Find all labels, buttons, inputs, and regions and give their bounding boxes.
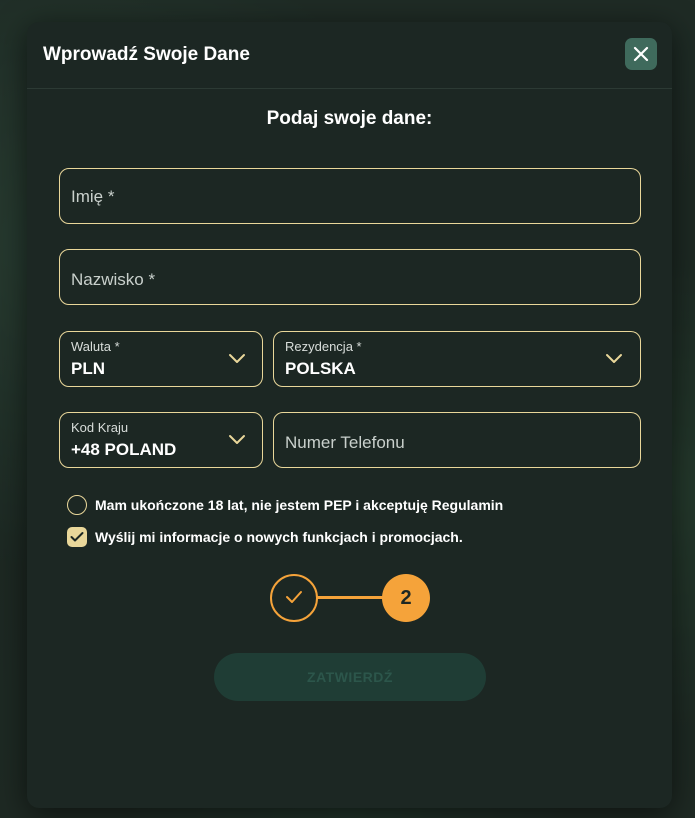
step-1-completed — [270, 574, 318, 622]
chevron-down-icon — [606, 354, 622, 363]
residency-label: Rezydencja * — [285, 339, 362, 354]
step-2-current: 2 — [382, 574, 430, 622]
first-name-field[interactable]: Imię * — [59, 168, 641, 224]
close-button[interactable] — [625, 38, 657, 70]
submit-button[interactable]: ZATWIERDŹ — [214, 653, 486, 701]
chevron-down-icon — [229, 435, 245, 444]
step-connector — [316, 596, 386, 599]
phone-placeholder: Numer Telefonu — [285, 433, 405, 452]
registration-stepper: 2 — [270, 574, 430, 622]
modal-header: Wprowadź Swoje Dane — [27, 22, 672, 89]
country-code-select[interactable]: Kod Kraju +48 POLAND — [59, 412, 263, 468]
checkmark-icon — [70, 532, 84, 542]
age-terms-checkbox[interactable] — [67, 495, 87, 515]
currency-label: Waluta * — [71, 339, 120, 354]
first-name-placeholder: Imię * — [71, 187, 115, 206]
checkmark-icon — [286, 591, 302, 603]
country-code-value: +48 POLAND — [71, 440, 177, 459]
marketing-label: Wyślij mi informacje o nowych funkcjach … — [95, 529, 463, 545]
phone-number-field[interactable]: Numer Telefonu — [273, 412, 641, 468]
close-icon — [633, 46, 649, 62]
residency-select[interactable]: Rezydencja * POLSKA — [273, 331, 641, 387]
currency-value: PLN — [71, 359, 105, 378]
marketing-checkbox[interactable] — [67, 527, 87, 547]
chevron-down-icon — [229, 354, 245, 363]
residency-value: POLSKA — [285, 359, 356, 378]
modal-title: Wprowadź Swoje Dane — [43, 44, 250, 65]
age-terms-label: Mam ukończone 18 lat, nie jestem PEP i a… — [95, 497, 504, 513]
currency-select[interactable]: Waluta * PLN — [59, 331, 263, 387]
form-subtitle: Podaj swoje dane: — [266, 108, 433, 129]
last-name-field[interactable]: Nazwisko * — [59, 249, 641, 305]
last-name-placeholder: Nazwisko * — [71, 270, 156, 289]
personal-data-modal: Wprowadź Swoje Dane Podaj swoje dane: Im… — [27, 22, 672, 808]
country-code-label: Kod Kraju — [71, 420, 129, 435]
